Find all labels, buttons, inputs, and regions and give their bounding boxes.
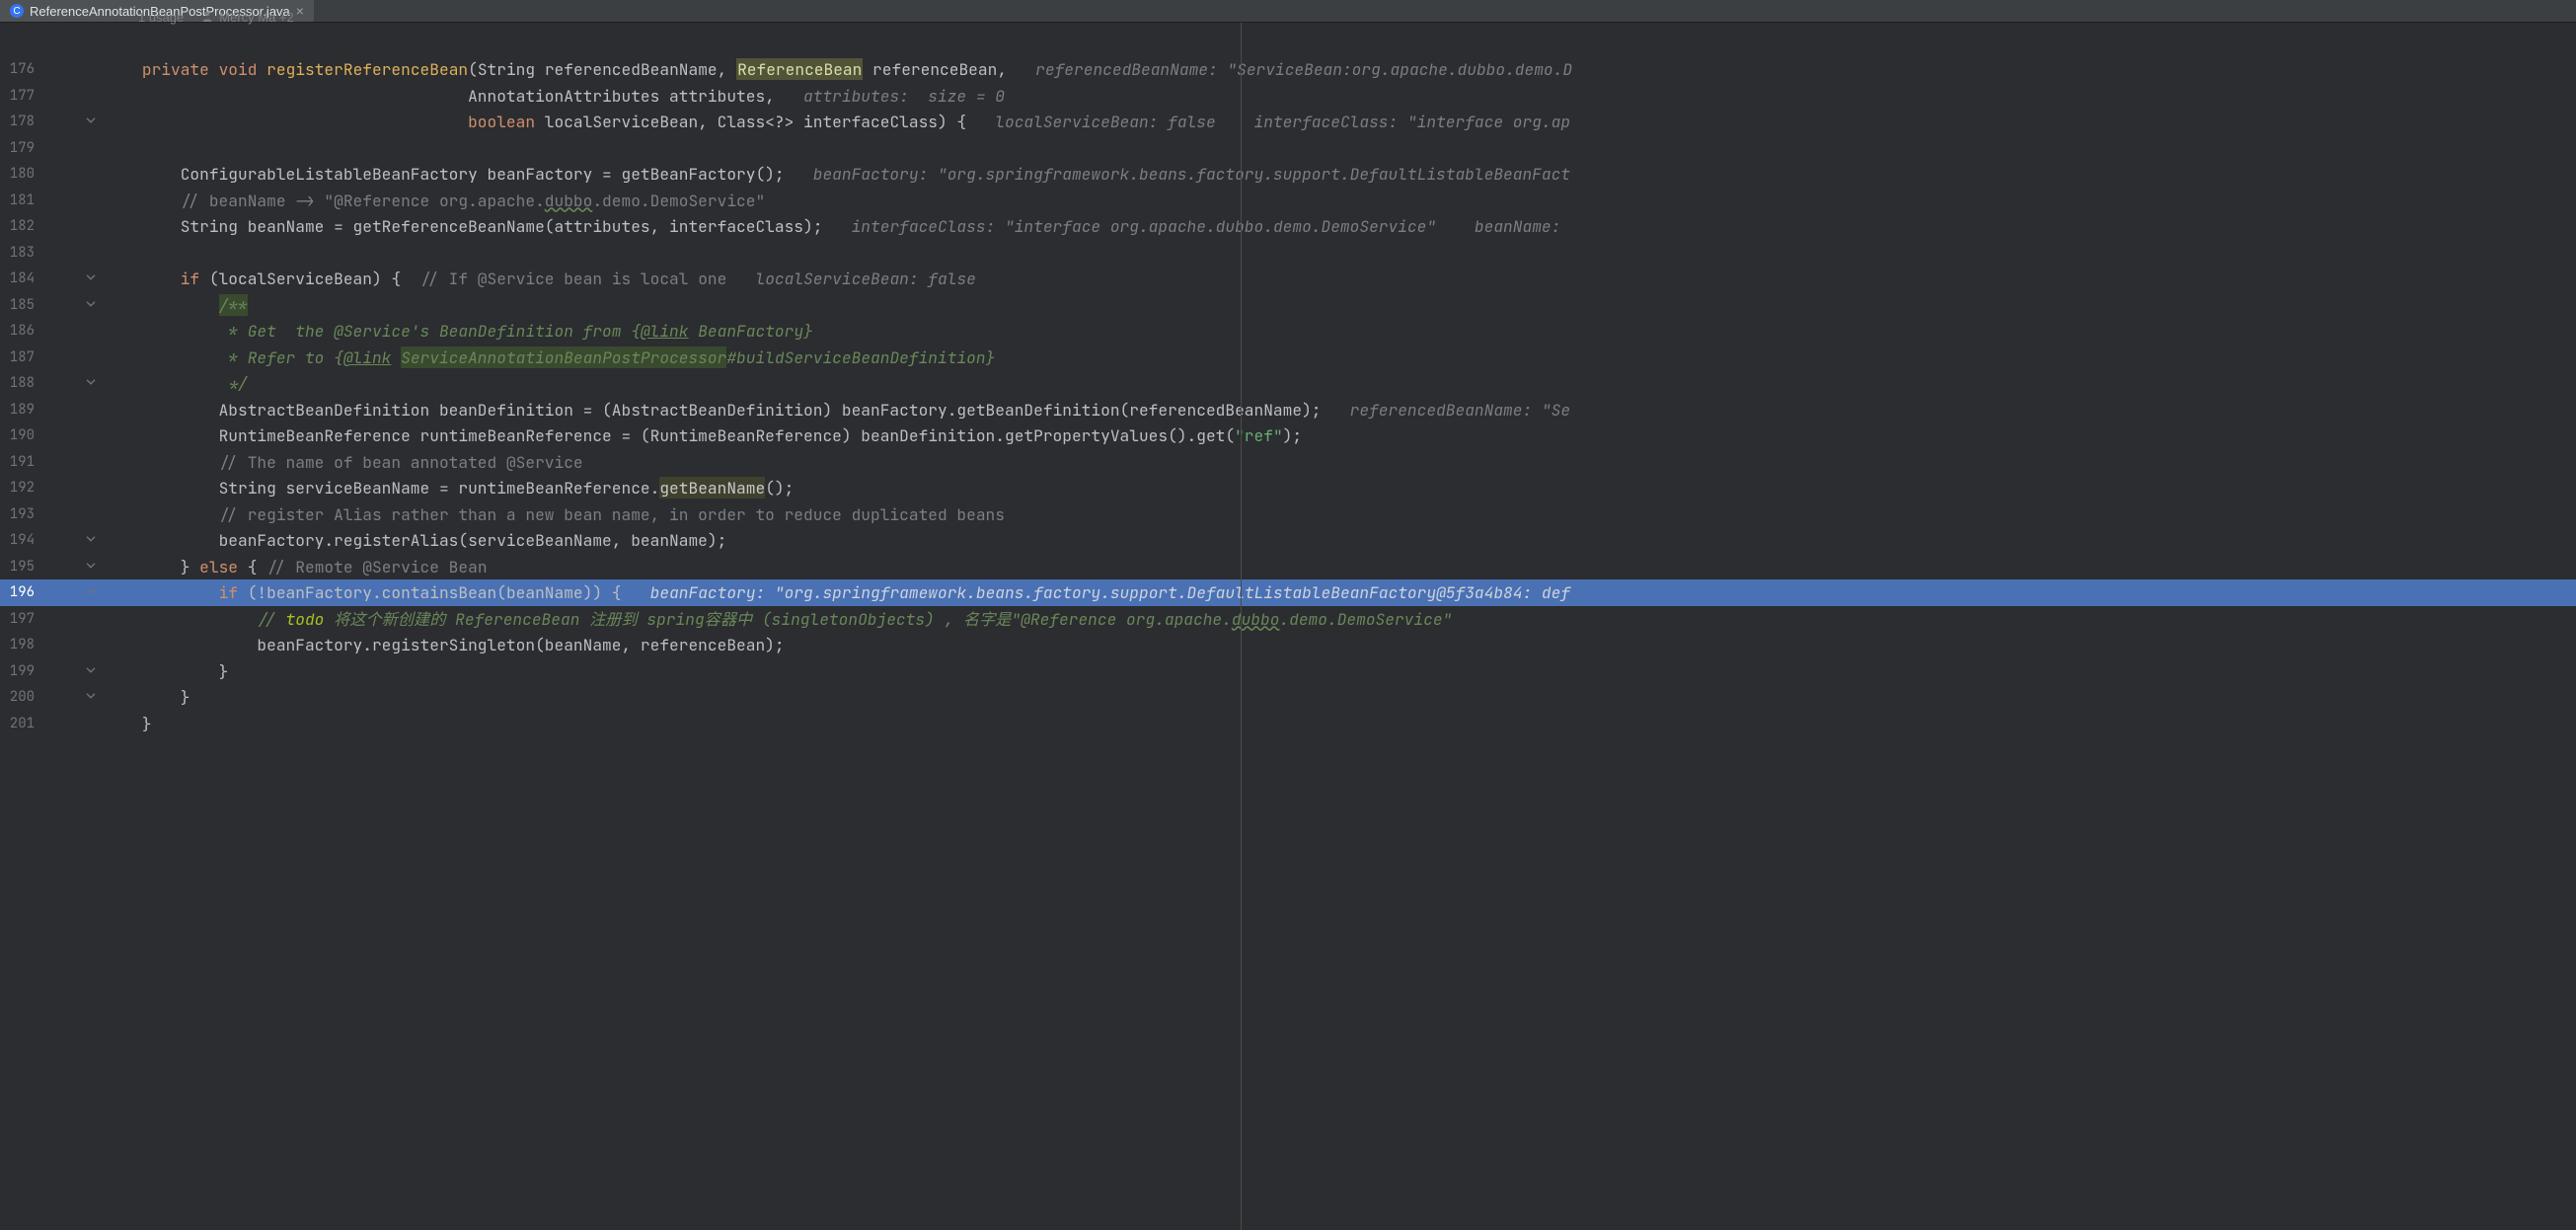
- line-number[interactable]: 199: [0, 658, 104, 685]
- line-number[interactable]: 194: [0, 527, 104, 554]
- code-line: AbstractBeanDefinition beanDefinition = …: [104, 397, 2576, 423]
- editor: 1 usage Mercy Ma +2 17617717817918018118…: [0, 23, 2576, 1230]
- right-margin-guide: [1241, 23, 1242, 1230]
- line-number[interactable]: 193: [0, 501, 104, 528]
- fold-marker-icon[interactable]: [86, 527, 96, 554]
- code-line: // beanName -> "@Reference org.apache.du…: [104, 188, 2576, 214]
- line-number[interactable]: 176: [0, 56, 104, 83]
- code-line: /**: [104, 292, 2576, 319]
- code-line: if (localServiceBean) { // If @Service b…: [104, 266, 2576, 292]
- line-number[interactable]: 181: [0, 188, 104, 214]
- line-number[interactable]: 183: [0, 240, 104, 267]
- code-area[interactable]: private void registerReferenceBean(Strin…: [104, 23, 2576, 1230]
- line-number[interactable]: 185: [0, 292, 104, 319]
- line-number[interactable]: 180: [0, 161, 104, 188]
- line-number[interactable]: 182: [0, 213, 104, 240]
- code-line: RuntimeBeanReference runtimeBeanReferenc…: [104, 423, 2576, 449]
- code-line: beanFactory.registerSingleton(beanName, …: [104, 632, 2576, 658]
- line-number[interactable]: 201: [0, 711, 104, 737]
- fold-marker-icon[interactable]: [86, 292, 96, 319]
- line-number[interactable]: 186: [0, 318, 104, 345]
- code-line: [104, 135, 2576, 162]
- fold-marker-icon[interactable]: [86, 370, 96, 397]
- line-number[interactable]: 188: [0, 370, 104, 397]
- code-line: ConfigurableListableBeanFactory beanFact…: [104, 161, 2576, 188]
- code-line-highlighted: if (!beanFactory.containsBean(beanName))…: [104, 579, 2576, 606]
- code-line: */: [104, 370, 2576, 397]
- line-number[interactable]: 192: [0, 475, 104, 501]
- line-number[interactable]: 200: [0, 684, 104, 711]
- code-line: } else { // Remote @Service Bean: [104, 554, 2576, 580]
- code-line: String beanName = getReferenceBeanName(a…: [104, 213, 2576, 240]
- fold-marker-icon[interactable]: [86, 658, 96, 685]
- gutter[interactable]: 1761771781791801811821831841851861871881…: [0, 23, 104, 1230]
- line-number[interactable]: 177: [0, 83, 104, 110]
- code-line: // todo 将这个新创建的 ReferenceBean 注册到 spring…: [104, 606, 2576, 633]
- code-line: AnnotationAttributes attributes, attribu…: [104, 83, 2576, 110]
- line-number[interactable]: 189: [0, 397, 104, 423]
- fold-marker-icon[interactable]: [86, 109, 96, 135]
- line-number[interactable]: 178: [0, 109, 104, 135]
- code-line: private void registerReferenceBean(Strin…: [104, 56, 2576, 83]
- line-number[interactable]: 184: [0, 266, 104, 292]
- line-number[interactable]: 197: [0, 606, 104, 633]
- code-line: * Get the @Service's BeanDefinition from…: [104, 318, 2576, 345]
- fold-marker-icon[interactable]: [86, 554, 96, 580]
- code-line: * Refer to {@link ServiceAnnotationBeanP…: [104, 345, 2576, 371]
- code-line: }: [104, 658, 2576, 685]
- code-line: boolean localServiceBean, Class<?> inter…: [104, 109, 2576, 135]
- code-line: }: [104, 711, 2576, 737]
- line-number[interactable]: 198: [0, 632, 104, 658]
- fold-marker-icon[interactable]: [86, 266, 96, 292]
- code-line: String serviceBeanName = runtimeBeanRefe…: [104, 475, 2576, 501]
- code-line: [104, 240, 2576, 267]
- fold-marker-icon[interactable]: [86, 684, 96, 711]
- line-number[interactable]: 190: [0, 423, 104, 449]
- line-number[interactable]: 179: [0, 135, 104, 162]
- line-number[interactable]: 196: [0, 579, 104, 606]
- line-number[interactable]: 187: [0, 345, 104, 371]
- code-line: beanFactory.registerAlias(serviceBeanNam…: [104, 527, 2576, 554]
- line-number[interactable]: 195: [0, 554, 104, 580]
- code-line: // register Alias rather than a new bean…: [104, 501, 2576, 528]
- code-line: // The name of bean annotated @Service: [104, 449, 2576, 476]
- code-line: }: [104, 684, 2576, 711]
- line-number[interactable]: 191: [0, 449, 104, 476]
- fold-marker-icon[interactable]: [86, 579, 96, 606]
